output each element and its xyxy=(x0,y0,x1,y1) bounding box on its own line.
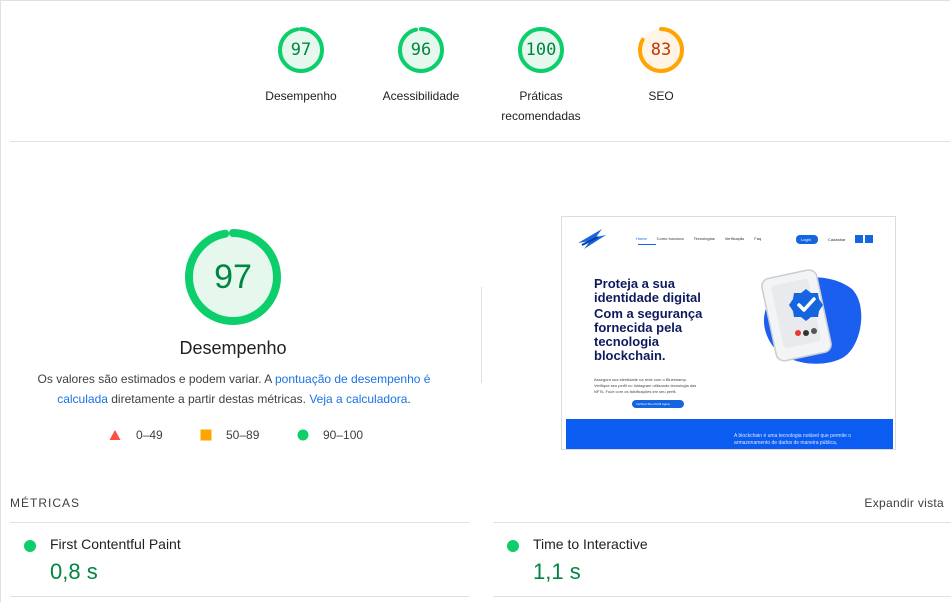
pass-circle-icon xyxy=(24,540,36,552)
circle-icon xyxy=(297,429,309,441)
metric-first-contentful-paint[interactable]: First Contentful Paint 0,8 s xyxy=(24,536,464,588)
legend-pass-label: 90–100 xyxy=(323,428,364,442)
gauge-label: Acessibilidade xyxy=(382,89,460,103)
gauge-score: 100 xyxy=(525,40,557,60)
site-footer-text: A blockchain é uma tecnologia notável qu… xyxy=(734,433,851,447)
metrics-bottom-divider-left xyxy=(10,596,469,597)
gauge-label: Desempenho xyxy=(265,89,337,103)
site-nav-item: Como funciona xyxy=(656,236,684,241)
expand-view-toggle[interactable]: Expandir vista xyxy=(864,496,944,510)
gauge-label-line: recomendadas xyxy=(501,109,581,123)
category-gauges: 97 Desempenho 96 Acessibilidade 100 Prát… xyxy=(0,26,951,136)
site-logo-icon xyxy=(578,229,606,249)
legend-fail: 0–49 xyxy=(109,428,163,442)
metrics-heading: MÉTRICAS xyxy=(10,496,81,510)
headline-line: tecnologia xyxy=(594,334,660,349)
gauge-score: 97 xyxy=(290,40,312,60)
legend-pass: 90–100 xyxy=(297,428,363,442)
desc-text: . xyxy=(407,392,411,406)
gauge-best-practices[interactable]: 100 Práticas recomendadas xyxy=(491,26,591,126)
headline-line: identidade digital xyxy=(594,290,701,305)
legend-average: 50–89 xyxy=(200,428,259,442)
score-legend: 0–49 50–89 90–100 xyxy=(0,428,460,448)
legend-average-label: 50–89 xyxy=(226,428,260,442)
legend-fail-label: 0–49 xyxy=(136,428,163,442)
square-icon xyxy=(200,429,212,441)
performance-title: Desempenho xyxy=(179,338,287,358)
site-cta: Verificar Meu Perfil Agora xyxy=(636,402,670,406)
desc-text: Os valores são estimados e podem variar.… xyxy=(37,372,275,386)
gauge-performance[interactable]: 97 Desempenho xyxy=(251,26,351,106)
metric-value: 1,1 s xyxy=(533,559,581,584)
triangle-icon xyxy=(109,430,121,440)
site-headline: Proteja a sua identidade digital Com a s… xyxy=(594,277,702,363)
gauge-label-line: Práticas xyxy=(519,89,563,103)
metric-name: Time to Interactive xyxy=(533,536,648,552)
footer-line: A blockchain é uma tecnologia notável qu… xyxy=(734,433,852,439)
verified-badge-icon xyxy=(789,289,823,321)
vertical-divider xyxy=(481,287,482,383)
gauge-label: SEO xyxy=(648,89,674,103)
performance-description: Os valores são estimados e podem variar.… xyxy=(30,369,438,409)
body-line: NFTs. Fuce com os falsificações em seu p… xyxy=(594,389,677,394)
site-signup: Cadastrar xyxy=(828,237,846,242)
site-nav-item: Tecnologias xyxy=(693,236,715,241)
calculator-link[interactable]: Veja a calculadora xyxy=(309,392,407,406)
site-nav-home: Home xyxy=(636,236,647,241)
site-nav-item: Verificação xyxy=(724,236,745,241)
desc-text: diretamente a partir destas métricas. xyxy=(107,392,310,406)
metrics-divider-right xyxy=(493,522,951,523)
gauge-seo[interactable]: 83 SEO xyxy=(611,26,711,106)
pass-circle-icon xyxy=(507,540,519,552)
footer-line: armazenamento de dados de maneira públic… xyxy=(734,440,838,446)
headline-line: Proteja a sua xyxy=(594,276,675,291)
metric-value: 0,8 s xyxy=(50,559,98,584)
site-login: Login xyxy=(801,237,811,242)
performance-score: 97 xyxy=(214,258,252,296)
gauge-score: 83 xyxy=(650,40,672,60)
header-divider xyxy=(10,141,950,142)
site-nav: Home Como funciona Tecnologias Verificação F… xyxy=(636,236,761,241)
metrics-bottom-divider-right xyxy=(493,596,951,597)
gauge-label: Práticas recomendadas xyxy=(491,86,591,126)
metric-name: First Contentful Paint xyxy=(50,536,181,552)
headline-line: blockchain. xyxy=(594,348,666,363)
gauge-score: 96 xyxy=(410,40,432,60)
gauge-accessibility[interactable]: 96 Acessibilidade xyxy=(371,26,471,106)
headline-line: Com a segurança xyxy=(594,306,703,321)
metrics-divider-left xyxy=(10,522,469,523)
performance-gauge: 97 xyxy=(184,228,282,326)
site-body: Assegura sua identidade na rede com o Bl… xyxy=(594,377,696,395)
headline-line: fornecida pela xyxy=(594,320,683,335)
metric-time-to-interactive[interactable]: Time to Interactive 1,1 s xyxy=(507,536,947,588)
site-nav-item: Faq xyxy=(754,236,762,241)
page-screenshot[interactable]: Home Como funciona Tecnologias Verificação F… xyxy=(561,216,896,450)
